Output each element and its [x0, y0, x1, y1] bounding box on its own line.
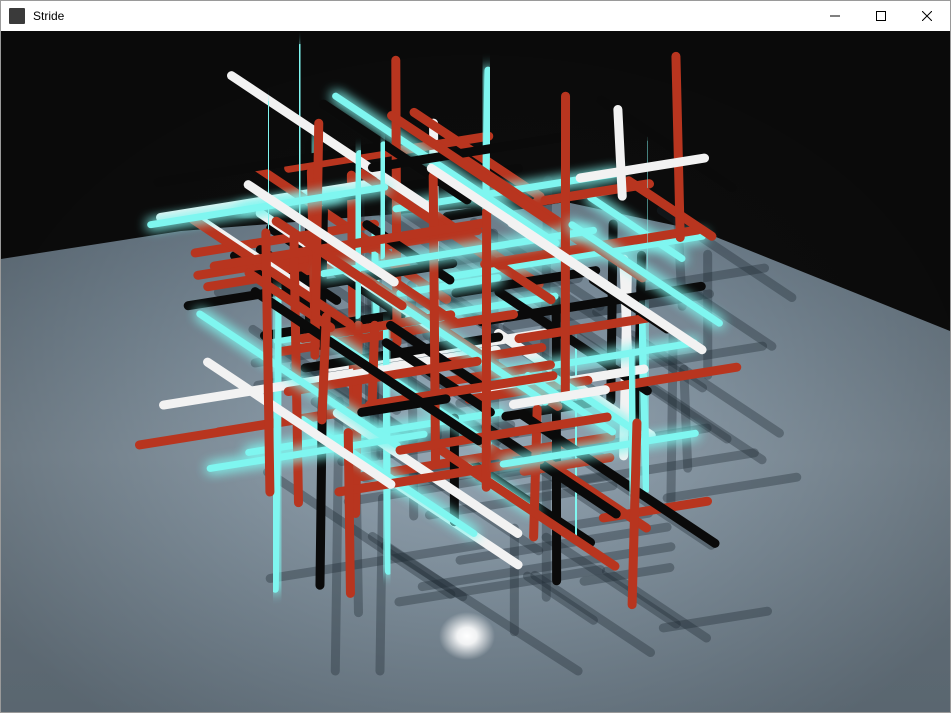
rod — [310, 118, 324, 360]
rod — [613, 105, 627, 201]
rod-shadow — [679, 364, 693, 473]
rod — [619, 254, 633, 363]
rod — [353, 150, 364, 320]
minimize-icon — [830, 15, 840, 17]
3d-rendered-scene — [1, 31, 950, 712]
app-window: Stride — [0, 0, 951, 713]
rod — [627, 418, 642, 610]
maximize-button[interactable] — [858, 1, 904, 31]
rod-shadow — [375, 493, 387, 676]
light-spot — [439, 612, 495, 660]
rod — [289, 233, 303, 508]
close-icon — [922, 11, 932, 21]
window-title: Stride — [33, 9, 65, 23]
stride-app-icon — [9, 8, 25, 24]
game-viewport[interactable] — [1, 31, 950, 712]
rod — [671, 51, 685, 243]
rod — [572, 339, 580, 538]
rod — [638, 304, 650, 493]
minimize-button[interactable] — [812, 1, 858, 31]
title-bar[interactable]: Stride — [1, 1, 950, 31]
window-controls — [812, 1, 950, 31]
close-button[interactable] — [904, 1, 950, 31]
rod — [271, 287, 283, 593]
rod — [317, 312, 331, 425]
rod — [261, 228, 275, 497]
rod — [428, 171, 441, 468]
maximize-icon — [876, 11, 886, 21]
